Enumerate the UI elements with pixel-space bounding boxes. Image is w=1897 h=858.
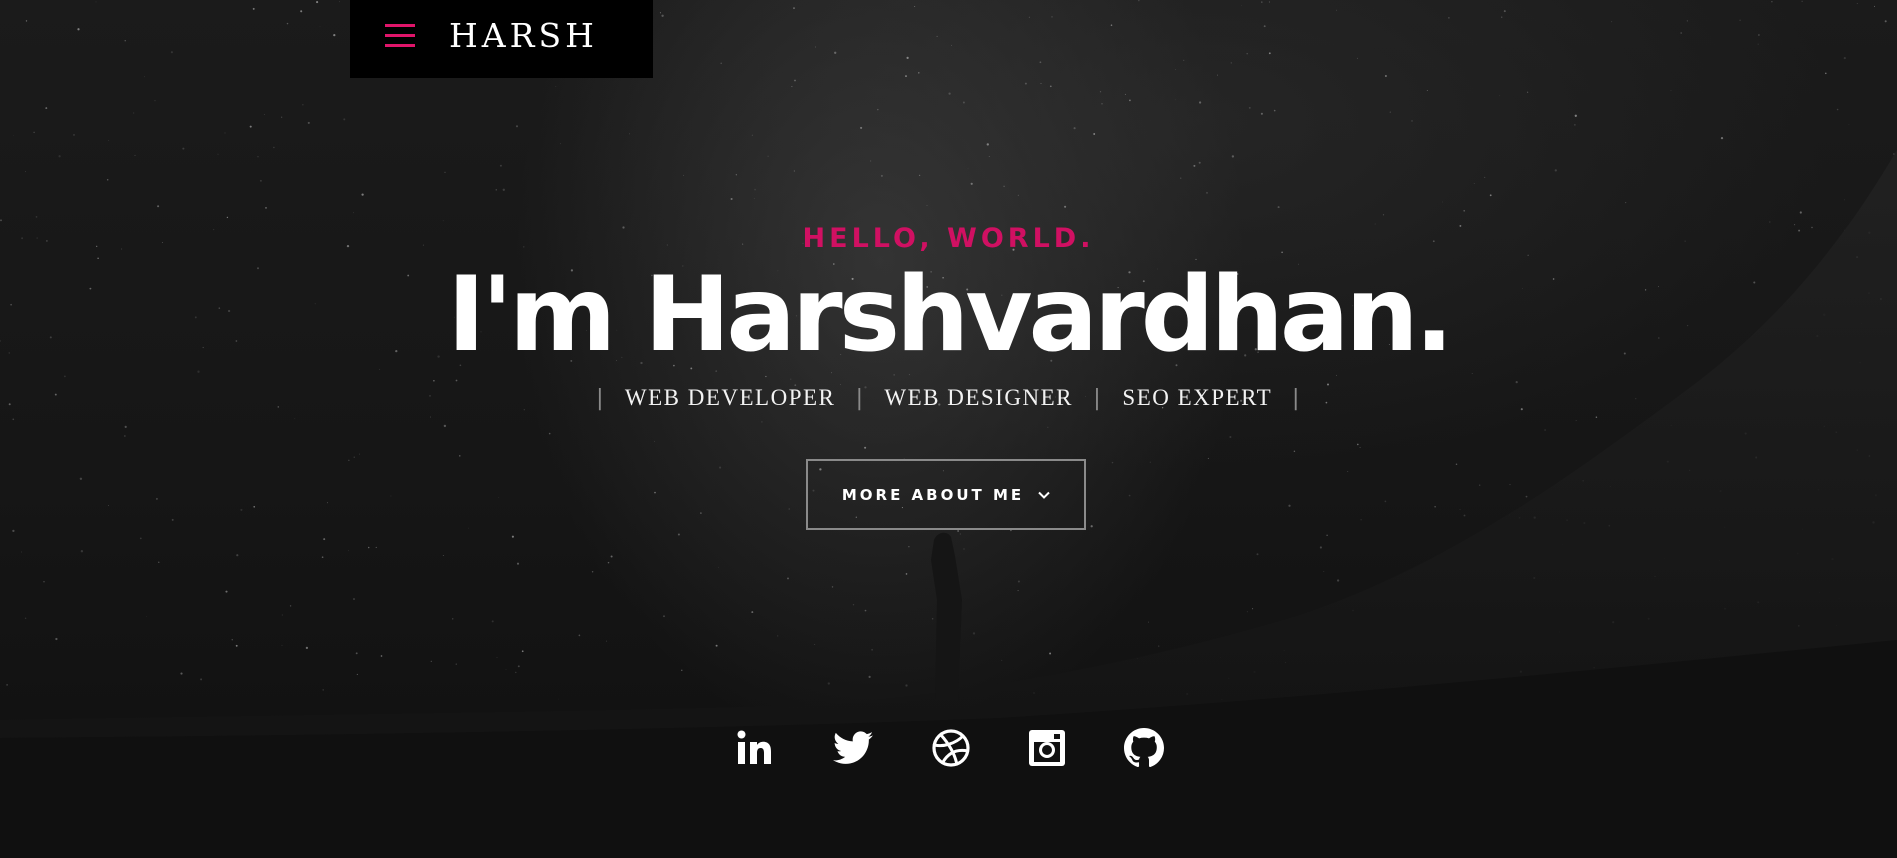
headline: I'm Harshvardhan. (447, 255, 1454, 375)
social-links (0, 726, 1897, 770)
header-bar: HARSH (350, 0, 653, 78)
instagram-icon[interactable] (1025, 726, 1069, 770)
role-list: | WEB DEVELOPER | WEB DESIGNER | SEO EXP… (0, 380, 1897, 417)
person-silhouette (931, 532, 962, 700)
more-about-me-button[interactable]: MORE ABOUT ME (806, 459, 1086, 530)
greeting-text: HELLO, WORLD. (802, 223, 1095, 254)
twitter-icon[interactable] (831, 726, 875, 770)
role-separator: | (1093, 386, 1103, 411)
role-separator: | (596, 386, 606, 411)
hamburger-menu-icon[interactable] (385, 23, 415, 49)
chevron-down-icon (1038, 491, 1050, 499)
role-separator: | (855, 386, 865, 411)
github-icon[interactable] (1122, 726, 1166, 770)
more-about-me-label: MORE ABOUT ME (841, 485, 1025, 504)
role-web-designer: WEB DESIGNER (884, 385, 1073, 410)
site-logo[interactable]: HARSH (449, 14, 598, 58)
dribbble-icon[interactable] (929, 726, 973, 770)
linkedin-icon[interactable] (733, 726, 777, 770)
hero-section: HARSH HELLO, WORLD. I'm Harshvardhan. | … (0, 0, 1897, 858)
role-separator: | (1291, 386, 1301, 411)
role-web-developer: WEB DEVELOPER (624, 385, 836, 410)
role-seo-expert: SEO EXPERT (1122, 385, 1272, 410)
